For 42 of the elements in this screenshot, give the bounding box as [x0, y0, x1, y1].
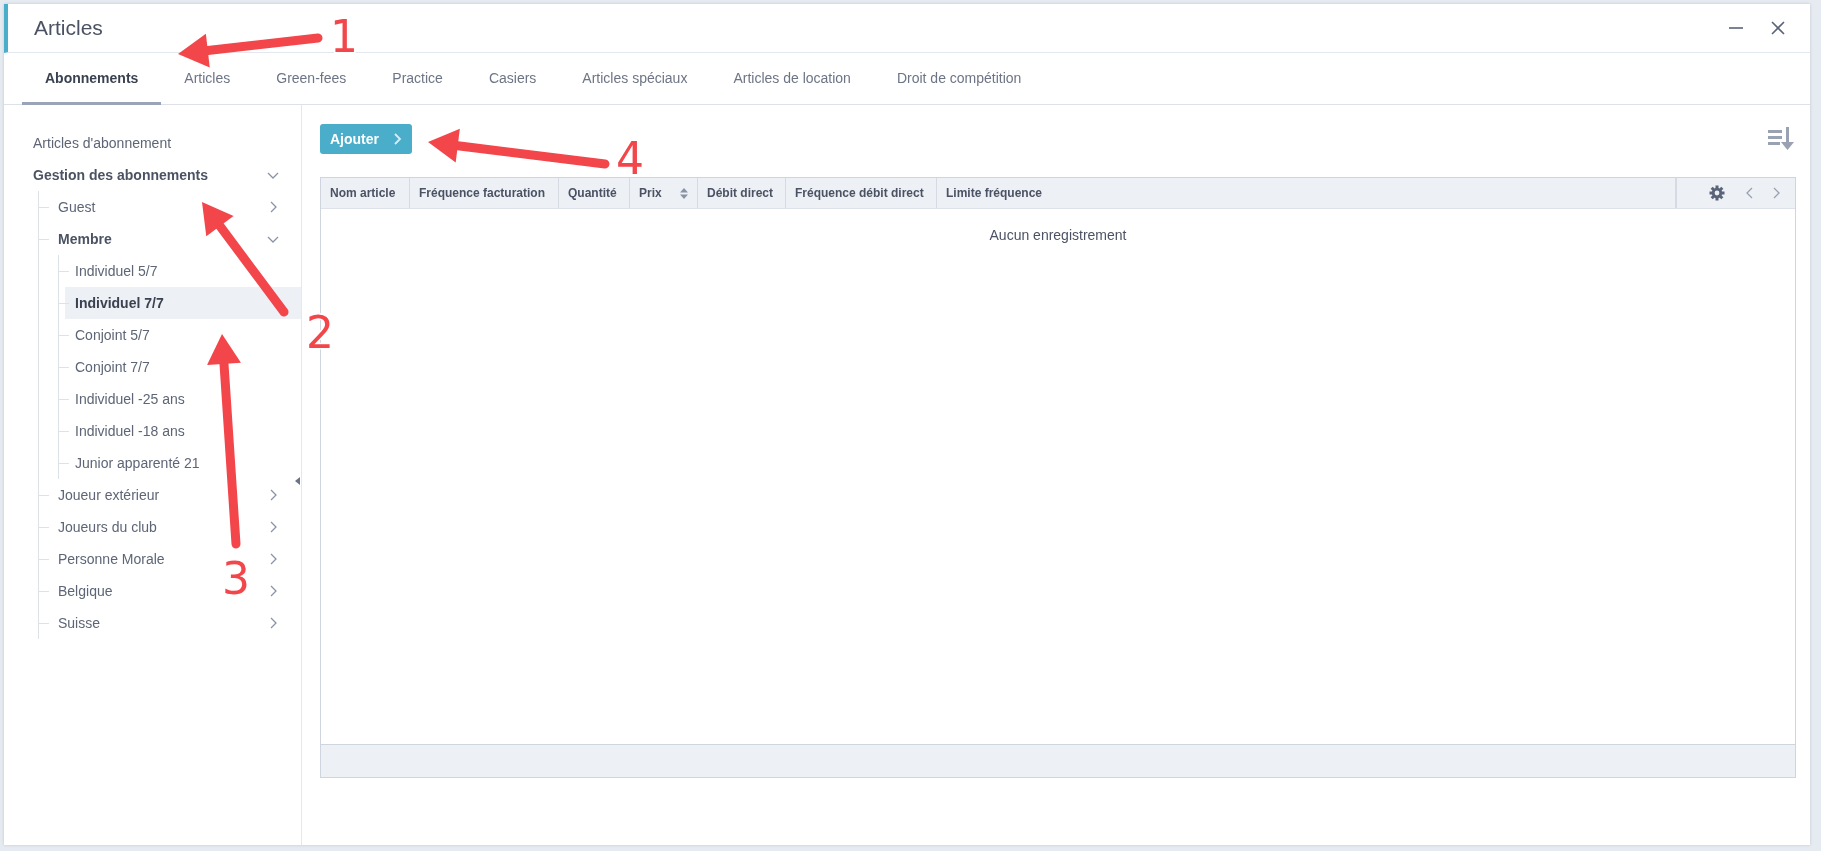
- settings-icon[interactable]: [1709, 185, 1725, 201]
- tree-item[interactable]: Individuel -25 ans: [75, 391, 185, 407]
- tab[interactable]: Articles spéciaux: [559, 53, 711, 105]
- tab[interactable]: Articles: [161, 53, 254, 105]
- tree-item[interactable]: Individuel 7/7: [65, 287, 301, 319]
- tree-item[interactable]: Conjoint 5/7: [75, 327, 150, 343]
- chevron-right-icon: [391, 133, 403, 145]
- sort-list-icon[interactable]: [1768, 127, 1796, 151]
- column-header[interactable]: Fréquence facturation: [410, 178, 559, 208]
- column-header[interactable]: Prix: [630, 178, 698, 208]
- tree-item[interactable]: Suisse: [58, 615, 101, 631]
- next-icon[interactable]: [1773, 187, 1781, 199]
- tree-item[interactable]: Junior apparenté 21: [75, 455, 200, 471]
- tree-item[interactable]: Joueur extérieur: [58, 487, 160, 503]
- previous-icon[interactable]: [1745, 187, 1753, 199]
- column-header[interactable]: Débit direct: [698, 178, 786, 208]
- annotation-number: 3: [222, 553, 250, 604]
- tree-item[interactable]: Conjoint 7/7: [75, 359, 150, 375]
- window-title: Articles: [34, 16, 103, 40]
- tab[interactable]: Casiers: [465, 53, 560, 105]
- tree-item[interactable]: Joueurs du club: [58, 519, 157, 535]
- tree-item[interactable]: Individuel -18 ans: [75, 423, 185, 439]
- close-icon[interactable]: [1770, 20, 1786, 36]
- tree-item[interactable]: Personne Morale: [58, 551, 165, 567]
- column-header[interactable]: Quantité: [559, 178, 630, 208]
- tree-item[interactable]: Guest: [58, 199, 96, 215]
- tab[interactable]: Droit de compétition: [873, 53, 1045, 105]
- column-header[interactable]: Fréquence débit direct: [786, 178, 937, 208]
- tree-item[interactable]: Gestion des abonnements: [33, 167, 209, 183]
- tab[interactable]: Practice: [369, 53, 466, 105]
- tab[interactable]: Articles de location: [710, 53, 874, 105]
- sort-icon[interactable]: [680, 187, 688, 199]
- column-header[interactable]: Nom article: [321, 178, 410, 208]
- tree-item[interactable]: Membre: [58, 231, 112, 247]
- tree-item[interactable]: Individuel 5/7: [75, 263, 158, 279]
- annotation-number: 2: [306, 307, 334, 358]
- empty-message: Aucun enregistrement: [989, 227, 1127, 245]
- tree-item[interactable]: Articles d'abonnement: [33, 135, 172, 151]
- collapse-handle-icon[interactable]: [295, 477, 300, 485]
- tab[interactable]: Abonnements: [22, 53, 162, 105]
- column-header[interactable]: Limite fréquence: [937, 178, 1073, 208]
- tree-item[interactable]: Belgique: [58, 583, 113, 599]
